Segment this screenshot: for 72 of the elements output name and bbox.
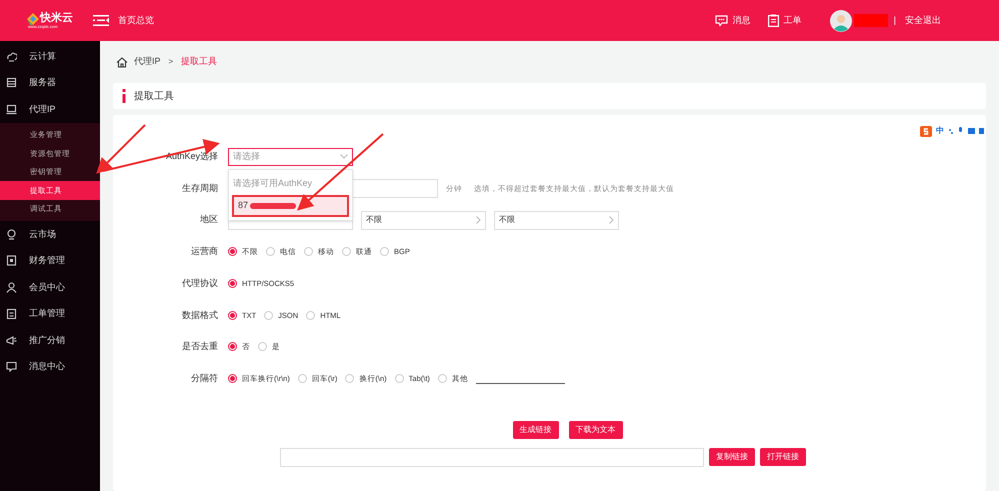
- ime-toolbar[interactable]: 中: [918, 125, 986, 137]
- select-field[interactable]: 不限: [361, 210, 486, 230]
- radio-button[interactable]: [345, 374, 354, 384]
- page-title: 提取工具: [134, 90, 174, 104]
- redacted-username: [854, 14, 888, 27]
- radio-button[interactable]: [438, 374, 447, 384]
- divider-text: |: [894, 14, 896, 27]
- tickets-link[interactable]: 工单: [784, 14, 802, 28]
- chevron-icon: [476, 216, 481, 224]
- clipboard-icon[interactable]: [768, 14, 779, 27]
- menu-icon[interactable]: [93, 15, 109, 26]
- menu-item-icon: [6, 308, 17, 320]
- logo-icon: [27, 12, 39, 24]
- logo-text: 快米云: [40, 13, 73, 24]
- action-button[interactable]: 打开链接: [760, 448, 806, 466]
- field-label: 地区: [199, 213, 218, 226]
- action-button[interactable]: 生成链接: [512, 420, 558, 438]
- redaction-mark: [250, 202, 296, 209]
- sidebar-item[interactable]: 财务管理: [0, 248, 100, 274]
- ime-logo-icon: [920, 126, 932, 136]
- field-label: 数据格式: [181, 308, 218, 322]
- nav-link[interactable]: 首页总览: [118, 14, 154, 28]
- sidebar-item[interactable]: 推广分销: [0, 327, 100, 354]
- breadcrumb-separator: >: [168, 56, 174, 68]
- messages-link[interactable]: 消息: [732, 14, 751, 28]
- menu-item-icon: [6, 77, 17, 88]
- field-label: 分隔符: [190, 372, 218, 385]
- radio-button[interactable]: [228, 247, 237, 256]
- field-label: 运营商: [190, 245, 218, 258]
- link-field[interactable]: [280, 448, 704, 466]
- home-icon[interactable]: [116, 56, 128, 68]
- field-label: 代理协议: [181, 276, 218, 290]
- radio-button[interactable]: [228, 374, 237, 384]
- dropdown-option[interactable]: 87: [232, 194, 349, 217]
- radio-button[interactable]: [228, 279, 237, 288]
- radio-button[interactable]: [304, 247, 313, 256]
- message-icon[interactable]: [714, 14, 728, 26]
- menu-item-icon: [6, 255, 17, 266]
- field-label: 是否去重: [181, 340, 218, 354]
- sidebar-item[interactable]: 消息中心: [0, 354, 100, 380]
- sidebar-item[interactable]: 云计算: [0, 43, 100, 70]
- radio-button[interactable]: [394, 374, 404, 384]
- radio-button[interactable]: [306, 310, 316, 320]
- radio-button[interactable]: [380, 247, 389, 256]
- chevron-icon: [609, 216, 614, 224]
- menu-item-icon: [6, 228, 17, 240]
- radio-button[interactable]: [228, 310, 237, 320]
- sidebar-item[interactable]: 会员中心: [0, 274, 100, 300]
- menu-item-icon: [6, 50, 17, 62]
- radio-button[interactable]: [342, 247, 351, 256]
- avatar-icon[interactable]: [830, 10, 852, 32]
- sidebar-item[interactable]: 代理IP: [0, 96, 100, 122]
- field-label: 生存周期: [181, 182, 218, 195]
- info-icon: [122, 89, 126, 103]
- logout-link[interactable]: 安全退出: [905, 14, 941, 28]
- radio-button[interactable]: [266, 247, 275, 256]
- select-field[interactable]: 不限: [494, 210, 619, 230]
- sidebar-item[interactable]: 云市场: [0, 221, 100, 248]
- sidebar-item[interactable]: 工单管理: [0, 300, 100, 327]
- action-button[interactable]: 下载为文本: [568, 420, 622, 438]
- menu-item-icon: [6, 282, 17, 293]
- radio-button[interactable]: [228, 342, 237, 352]
- sidebar-item[interactable]: 服务器: [0, 70, 100, 96]
- radio-button[interactable]: [258, 342, 267, 352]
- menu-item-icon: [6, 334, 17, 346]
- menu-item-icon: [6, 361, 17, 372]
- chevron-down-icon: [340, 154, 348, 160]
- breadcrumb-link[interactable]: 代理IP: [134, 55, 161, 69]
- menu-item-icon: [6, 104, 17, 115]
- radio-button[interactable]: [264, 310, 274, 320]
- radio-button[interactable]: [298, 374, 307, 384]
- action-button[interactable]: 复制链接: [709, 448, 755, 466]
